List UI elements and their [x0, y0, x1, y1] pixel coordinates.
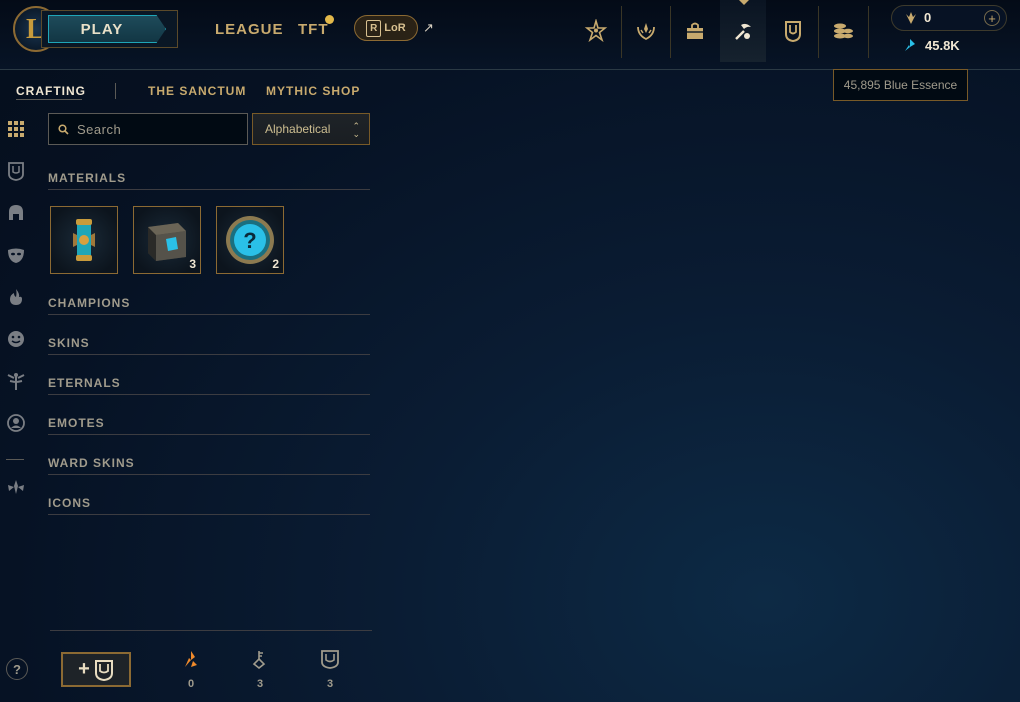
capsule-icon	[73, 219, 95, 261]
tft-icon[interactable]	[6, 371, 26, 391]
sort-dropdown[interactable]: Alphabetical ⌃ ⌄	[252, 113, 370, 145]
header-divider	[818, 6, 819, 58]
active-tab-underline	[16, 99, 82, 100]
section-divider	[48, 514, 370, 515]
lor-badge-icon: R	[366, 19, 382, 37]
profile-icon[interactable]	[6, 413, 26, 433]
plus-icon: +	[78, 658, 90, 680]
helmet-icon[interactable]	[6, 203, 26, 223]
emote-icon[interactable]	[6, 329, 26, 349]
search-box[interactable]	[48, 113, 248, 145]
sort-value: Alphabetical	[265, 122, 331, 136]
section-divider	[48, 434, 370, 435]
section-divider	[48, 354, 370, 355]
search-icon	[58, 123, 69, 135]
store-icon[interactable]	[820, 0, 866, 62]
mask-icon[interactable]	[6, 245, 26, 265]
sort-chevron-icon: ⌃ ⌄	[352, 121, 360, 139]
material-tile[interactable]: ? 2	[216, 206, 284, 274]
section-divider	[48, 474, 370, 475]
section-champions[interactable]: CHAMPIONS	[48, 296, 130, 310]
nav-tft[interactable]: TFT	[298, 21, 329, 38]
section-emotes[interactable]: EMOTES	[48, 416, 105, 430]
ward-token-icon	[318, 649, 342, 674]
material-tile[interactable]: 3	[133, 206, 201, 274]
tft-notification-dot	[325, 15, 334, 24]
search-input[interactable]	[75, 120, 239, 138]
section-divider	[48, 394, 370, 395]
section-skins[interactable]: SKINS	[48, 336, 90, 350]
material-tile[interactable]	[50, 206, 118, 274]
grid-icon[interactable]	[6, 119, 26, 139]
material-count: 3	[189, 257, 196, 271]
tab-the-sanctum[interactable]: THE SANCTUM	[148, 84, 246, 98]
lor-button[interactable]: R LoR	[354, 15, 418, 41]
key-icon	[248, 649, 272, 674]
riot-points-icon	[906, 12, 916, 24]
key-count: 3	[256, 678, 264, 690]
loot-icon[interactable]	[720, 0, 766, 62]
ward-icon	[94, 659, 113, 681]
header-divider	[670, 6, 671, 58]
mystery-orb-icon: ?	[226, 216, 274, 264]
header-divider	[868, 6, 869, 58]
footer-divider	[50, 630, 372, 631]
play-button[interactable]: PLAY	[48, 15, 166, 43]
svg-text:?: ?	[243, 228, 256, 253]
orange-essence-icon	[179, 649, 203, 674]
buy-rp-button[interactable]: +	[984, 10, 1000, 26]
profile-icon[interactable]	[573, 0, 619, 62]
blue-essence-icon	[905, 39, 915, 51]
collection-icon[interactable]	[672, 0, 718, 62]
blue-essence-value[interactable]: 45.8K	[925, 38, 960, 53]
section-divider	[48, 314, 370, 315]
section-icons[interactable]: ICONS	[48, 496, 91, 510]
header-divider	[621, 6, 622, 58]
help-button[interactable]: ?	[6, 658, 28, 680]
section-ward-skins[interactable]: WARD SKINS	[48, 456, 135, 470]
add-ward-button[interactable]: +	[61, 652, 131, 687]
play-button-frame: PLAY	[41, 10, 178, 48]
chest-icon	[148, 223, 186, 261]
subtab-divider	[115, 83, 116, 99]
material-count: 2	[272, 257, 279, 271]
ward-filter-icon[interactable]	[6, 161, 26, 181]
sidebar-divider	[6, 459, 24, 460]
blue-essence-tooltip: 45,895 Blue Essence	[833, 69, 968, 101]
nav-league[interactable]: LEAGUE	[215, 21, 284, 38]
rp-value: 0	[924, 10, 932, 25]
section-eternals[interactable]: ETERNALS	[48, 376, 121, 390]
tab-crafting[interactable]: CRAFTING	[16, 84, 86, 98]
ward-icon[interactable]	[770, 0, 816, 62]
external-link-icon: ↗	[423, 20, 434, 35]
section-materials[interactable]: MATERIALS	[48, 171, 126, 185]
flame-icon[interactable]	[6, 287, 26, 307]
active-tab-caret	[739, 0, 749, 5]
challenges-icon[interactable]	[623, 0, 669, 62]
orange-essence-count: 0	[187, 678, 195, 690]
tab-mythic-shop[interactable]: MYTHIC SHOP	[266, 84, 360, 98]
section-divider	[48, 189, 370, 190]
lor-label: LoR	[384, 22, 406, 34]
eternal-icon[interactable]	[6, 477, 26, 497]
ward-token-count: 3	[326, 678, 334, 690]
